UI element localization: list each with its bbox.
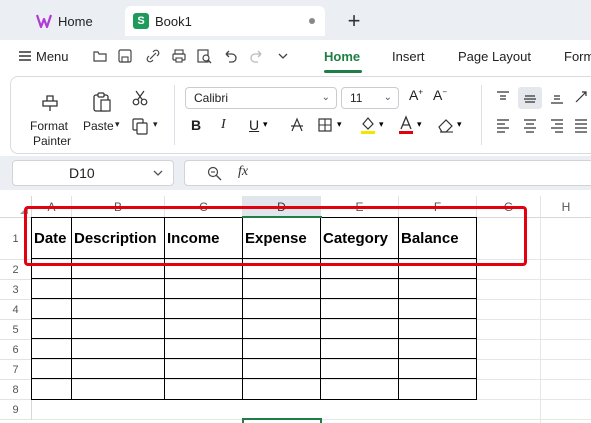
format-painter-label-1[interactable]: Format bbox=[30, 119, 68, 133]
align-left-icon[interactable] bbox=[495, 117, 511, 133]
italic-button[interactable]: I bbox=[221, 117, 226, 133]
active-tab-underline bbox=[324, 70, 362, 73]
redo-icon[interactable] bbox=[249, 48, 265, 64]
font-name-value: Calibri bbox=[194, 91, 229, 105]
chevron-down-icon: ⌄ bbox=[383, 92, 392, 103]
row-header-8[interactable]: 8 bbox=[0, 380, 32, 400]
eraser-icon[interactable] bbox=[437, 117, 455, 133]
orientation-icon[interactable] bbox=[573, 89, 589, 105]
name-box[interactable]: D10 bbox=[12, 160, 174, 186]
undo-icon[interactable] bbox=[222, 48, 238, 64]
row-header-6[interactable]: 6 bbox=[0, 340, 32, 360]
paste-button[interactable]: Paste bbox=[83, 119, 114, 133]
chevron-down-icon: ⌄ bbox=[321, 92, 330, 103]
row-header-5[interactable]: 5 bbox=[0, 320, 32, 340]
borders-chevron-icon[interactable]: ▾ bbox=[337, 119, 342, 130]
tab-book1[interactable]: S Book1 bbox=[125, 6, 325, 36]
menu-tab-home[interactable]: Home bbox=[324, 49, 360, 64]
row-header-7[interactable]: 7 bbox=[0, 360, 32, 380]
chevron-down-icon[interactable] bbox=[275, 48, 291, 64]
spreadsheet-grid: A B C D E F G H 1 2 3 4 5 6 7 8 9 Date D… bbox=[0, 196, 591, 423]
underline-chevron-icon[interactable]: ▾ bbox=[263, 119, 268, 130]
menu-tab-insert[interactable]: Insert bbox=[392, 49, 425, 64]
hamburger-icon[interactable] bbox=[18, 50, 32, 62]
zoom-search-icon[interactable] bbox=[207, 166, 222, 181]
font-color-icon[interactable] bbox=[397, 115, 415, 135]
strikethrough-icon[interactable] bbox=[289, 117, 305, 133]
decrease-font-size-icon[interactable]: A− bbox=[433, 87, 447, 103]
open-folder-icon[interactable] bbox=[92, 48, 108, 64]
font-color-chevron-icon[interactable]: ▾ bbox=[417, 119, 422, 130]
row-header-9[interactable]: 9 bbox=[0, 400, 32, 420]
spreadsheet-icon: S bbox=[133, 13, 149, 29]
underline-button[interactable]: U bbox=[249, 117, 259, 133]
menu-row: Menu Home Insert Page Layout Form bbox=[0, 40, 591, 74]
save-icon[interactable] bbox=[117, 48, 133, 64]
bold-button[interactable]: B bbox=[191, 117, 201, 133]
align-center-icon[interactable] bbox=[522, 117, 538, 133]
ribbon-separator bbox=[481, 85, 482, 145]
format-painter-label-2[interactable]: Painter bbox=[33, 134, 71, 148]
tab-home[interactable]: Home bbox=[26, 6, 121, 36]
fx-icon[interactable]: fx bbox=[238, 164, 248, 180]
align-right-icon[interactable] bbox=[549, 117, 565, 133]
paste-chevron-icon[interactable]: ▾ bbox=[115, 119, 120, 130]
paste-clipboard-icon[interactable] bbox=[91, 91, 113, 113]
unsaved-dot-icon bbox=[309, 18, 315, 24]
copy-icon[interactable] bbox=[131, 117, 149, 135]
tab-home-label: Home bbox=[58, 13, 93, 29]
menu-tab-formulas[interactable]: Form bbox=[564, 49, 591, 64]
link-icon[interactable] bbox=[145, 48, 161, 64]
justify-icon[interactable] bbox=[573, 117, 589, 133]
new-tab-plus-icon[interactable]: + bbox=[344, 8, 364, 34]
align-bottom-icon[interactable] bbox=[549, 89, 565, 105]
formula-input[interactable]: fx bbox=[184, 160, 591, 186]
tab-bar: Home S Book1 + bbox=[0, 0, 591, 40]
print-preview-icon[interactable] bbox=[196, 48, 212, 64]
ribbon-toolbar: Format Painter Paste ▾ ▾ Calibri ⌄ 11 ⌄ … bbox=[10, 76, 591, 154]
format-painter-icon[interactable] bbox=[39, 91, 61, 113]
selected-cell-d10[interactable] bbox=[242, 418, 322, 423]
align-top-icon[interactable] bbox=[495, 89, 511, 105]
wps-logo-icon bbox=[36, 14, 52, 28]
increase-font-size-icon[interactable]: A+ bbox=[409, 87, 423, 103]
font-size-value: 11 bbox=[350, 91, 363, 105]
menu-button[interactable]: Menu bbox=[36, 49, 69, 64]
borders-icon[interactable] bbox=[317, 117, 333, 133]
row-header-4[interactable]: 4 bbox=[0, 300, 32, 320]
font-name-select[interactable]: Calibri ⌄ bbox=[185, 87, 337, 109]
align-middle-icon bbox=[524, 95, 536, 103]
tab-book1-label: Book1 bbox=[155, 13, 192, 29]
row-header-3[interactable]: 3 bbox=[0, 280, 32, 300]
highlight-box bbox=[24, 206, 527, 266]
cut-scissors-icon[interactable] bbox=[131, 89, 149, 107]
formula-bar: D10 fx bbox=[0, 156, 591, 190]
ribbon-separator bbox=[174, 85, 175, 145]
chevron-down-icon[interactable] bbox=[153, 169, 163, 177]
menu-tab-page-layout[interactable]: Page Layout bbox=[458, 49, 531, 64]
align-middle-button[interactable] bbox=[518, 87, 542, 109]
print-icon[interactable] bbox=[171, 48, 187, 64]
name-box-value: D10 bbox=[69, 165, 95, 181]
column-header-h[interactable]: H bbox=[541, 196, 591, 218]
clear-chevron-icon[interactable]: ▾ bbox=[457, 119, 462, 130]
fill-color-chevron-icon[interactable]: ▾ bbox=[379, 119, 384, 130]
copy-chevron-icon[interactable]: ▾ bbox=[153, 119, 158, 130]
fill-color-icon[interactable] bbox=[359, 115, 377, 135]
font-size-select[interactable]: 11 ⌄ bbox=[341, 87, 399, 109]
